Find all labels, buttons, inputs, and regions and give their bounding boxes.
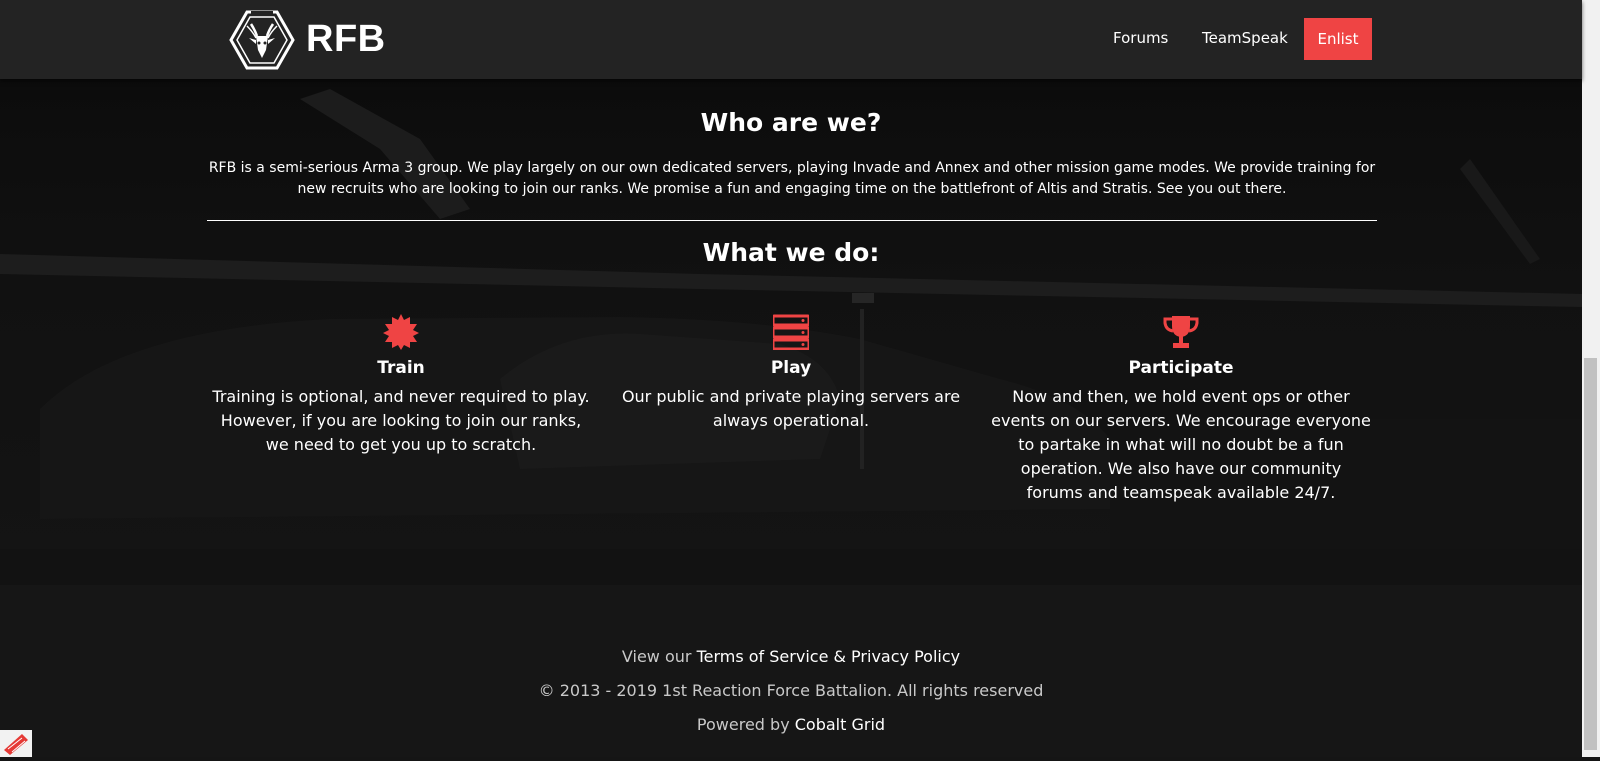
footer-terms-line: View our Terms of Service & Privacy Poli… (0, 646, 1582, 668)
feature-train: Train Training is optional, and never re… (211, 314, 591, 457)
enlist-button[interactable]: Enlist (1304, 18, 1372, 60)
feature-description: Our public and private playing servers a… (621, 387, 961, 430)
footer-copyright: © 2013 - 2019 1st Reaction Force Battali… (538, 681, 1044, 700)
nav-forums-link[interactable]: Forums (1113, 28, 1168, 48)
site-footer: View our Terms of Service & Privacy Poli… (0, 585, 1582, 757)
feature-participate: Participate Now and then, we hold event … (991, 314, 1371, 505)
feature-description: Training is optional, and never required… (212, 387, 590, 454)
floating-widget-button[interactable] (0, 730, 32, 757)
terms-privacy-link[interactable]: Terms of Service & Privacy Policy (697, 647, 961, 666)
page-scrollbar[interactable] (1582, 0, 1600, 757)
server-icon (773, 314, 809, 350)
site-header: RFB Forums TeamSpeak Enlist (0, 0, 1582, 79)
rfb-logo[interactable] (229, 10, 295, 70)
feature-play: Play Our public and private playing serv… (601, 314, 981, 433)
footer-view-prefix: View our (621, 647, 692, 666)
what-we-do-heading: What we do: (702, 238, 880, 267)
antelope-emblem-icon (229, 10, 295, 70)
nav-teamspeak-link[interactable]: TeamSpeak (1202, 28, 1288, 48)
footer-powered-prefix: Powered by (696, 715, 790, 734)
feature-title: Play (770, 358, 812, 378)
hero-section: Who are we? RFB is a semi-serious Arma 3… (0, 79, 1582, 585)
widget-icon (4, 734, 28, 755)
cobalt-grid-link[interactable]: Cobalt Grid (795, 715, 885, 734)
who-are-we-text: RFB is a semi-serious Arma 3 group. We p… (208, 160, 1376, 197)
footer-powered-line: Powered by Cobalt Grid (0, 714, 1582, 736)
trophy-icon (1163, 316, 1199, 348)
section-divider (207, 220, 1377, 221)
feature-title: Participate (1128, 358, 1234, 378)
who-are-we-heading: Who are we? (700, 108, 882, 137)
scrollbar-thumb[interactable] (1584, 358, 1597, 750)
certificate-icon (383, 314, 419, 350)
feature-title: Train (377, 358, 425, 378)
feature-description: Now and then, we hold event ops or other… (991, 387, 1371, 502)
brand-name[interactable]: RFB (306, 14, 386, 64)
